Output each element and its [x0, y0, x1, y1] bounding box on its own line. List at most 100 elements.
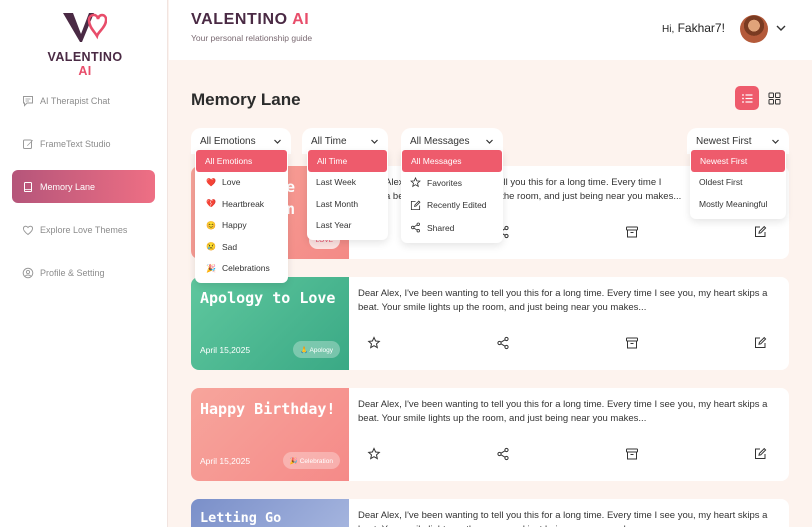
sidebar-item-memory-lane[interactable]: Memory Lane [12, 170, 155, 203]
option-label: All Emotions [205, 155, 253, 166]
edit-icon [23, 139, 33, 149]
star-icon [410, 177, 421, 188]
sidebar: VALENTINO AI AI Therapist Chat FrameText… [0, 0, 168, 527]
sidebar-item-label: Profile & Setting [40, 267, 105, 278]
user-circle-icon [22, 267, 34, 278]
archive-icon [626, 448, 638, 460]
card-tag: 🎉 Celebration [282, 452, 340, 469]
app-title: VALENTINO AI [191, 11, 310, 28]
sidebar-item-ai-therapist-chat[interactable]: AI Therapist Chat [12, 84, 155, 117]
archive-icon [626, 337, 638, 349]
emotion-option-sad[interactable]: 😢 Sad [195, 236, 288, 258]
time-dropdown-menu: All Time Last Week Last Month Last Year [307, 150, 388, 240]
emotion-option-celebrations[interactable]: 🎉 Celebrations [195, 258, 288, 280]
card-title: Letting Go [200, 510, 282, 526]
chevron-down-icon [486, 139, 493, 144]
messages-filter-label: All Messages [410, 135, 470, 147]
archive-button[interactable] [625, 225, 639, 239]
avatar[interactable] [740, 15, 768, 43]
time-option-last-month[interactable]: Last Month [307, 193, 388, 215]
edit-button[interactable] [753, 336, 767, 350]
card-thumbnail: Apology to Love April 15,2025 🙏 Apology [191, 277, 349, 370]
book-icon [24, 181, 32, 192]
memory-card[interactable]: Letting Go Dear Alex, I've been wanting … [191, 499, 789, 527]
time-option-last-week[interactable]: Last Week [307, 172, 388, 194]
emotion-option-heartbreak[interactable]: 💔 Heartbreak [195, 193, 288, 215]
share-icon [497, 447, 509, 461]
card-thumbnail: Letting Go [191, 499, 349, 527]
share-icon [497, 336, 509, 350]
option-label: Favorites [427, 177, 462, 188]
sort-option-oldest[interactable]: Oldest First [690, 172, 786, 194]
sidebar-item-profile-setting[interactable]: Profile & Setting [12, 256, 155, 289]
emotion-option-love[interactable]: ❤️ Love [195, 172, 288, 194]
card-preview-text: Dear Alex, I've been wanting to tell you… [358, 510, 768, 527]
edit-icon [755, 336, 767, 348]
sort-option-newest[interactable]: Newest First [691, 150, 785, 172]
archive-button[interactable] [625, 336, 639, 350]
sort-label: Newest First [696, 135, 752, 147]
chevron-down-icon [274, 139, 281, 144]
card-date: April 15,2025 [200, 456, 251, 466]
heart-icon [22, 225, 34, 235]
sort-option-meaningful[interactable]: Mostly Meaningful [690, 193, 786, 215]
user-greeting: Hi, Fakhar7! [662, 21, 725, 35]
chevron-down-icon [772, 139, 779, 144]
emotion-option-all[interactable]: All Emotions [196, 150, 287, 172]
option-label: All Messages [411, 155, 462, 166]
list-view-button[interactable] [735, 86, 759, 110]
card-title: Apology to Love [200, 289, 336, 307]
option-label: Celebrations [222, 263, 270, 274]
share-button[interactable] [496, 336, 510, 350]
chevron-down-icon[interactable] [775, 22, 787, 34]
time-option-last-year[interactable]: Last Year [307, 215, 388, 237]
card-thumbnail: Happy Birthday! April 15,2025 🎉 Celebrat… [191, 388, 349, 481]
archive-icon [626, 226, 638, 238]
party-icon: 🎉 [206, 263, 216, 273]
edit-button[interactable] [753, 225, 767, 239]
edit-icon [755, 225, 767, 237]
star-icon [367, 447, 381, 460]
option-label: Love [222, 177, 241, 188]
smile-icon: 😊 [206, 220, 216, 230]
share-icon [411, 222, 420, 233]
option-label: Heartbreak [222, 198, 265, 209]
messages-option-favorites[interactable]: Favorites [401, 172, 503, 195]
memory-card[interactable]: Happy Birthday! April 15,2025 🎉 Celebrat… [191, 388, 789, 481]
chevron-down-icon [371, 139, 378, 144]
option-label: Happy [222, 220, 247, 231]
edit-button[interactable] [753, 447, 767, 461]
messages-dropdown-menu: All Messages Favorites Recently Edited S… [401, 150, 503, 243]
sad-face-icon: 😢 [206, 242, 216, 252]
emotion-option-happy[interactable]: 😊 Happy [195, 215, 288, 237]
top-header: VALENTINO AI Your personal relationship … [169, 0, 812, 60]
logo-heart-icon [63, 13, 107, 42]
logo-text: VALENTINO AI [47, 50, 123, 78]
share-button[interactable] [496, 447, 510, 461]
logo[interactable]: VALENTINO AI [40, 10, 130, 78]
time-option-all[interactable]: All Time [308, 150, 387, 172]
card-preview-text: Dear Alex, I've been wanting to tell you… [358, 399, 768, 424]
card-title: Happy Birthday! [200, 400, 336, 418]
broken-heart-icon: 💔 [206, 199, 216, 209]
sidebar-item-explore-love-themes[interactable]: Explore Love Themes [12, 213, 155, 246]
time-filter-label: All Time [311, 135, 347, 147]
card-tag: 🙏 Apology [292, 341, 340, 358]
emotions-dropdown-menu: All Emotions ❤️ Love 💔 Heartbreak 😊 Happy 😢… [195, 150, 288, 283]
favorite-button[interactable] [367, 336, 381, 350]
emotions-filter-label: All Emotions [200, 135, 256, 147]
sidebar-item-label: Memory Lane [40, 181, 96, 192]
favorite-button[interactable] [367, 447, 381, 461]
messages-option-recently-edited[interactable]: Recently Edited [401, 194, 503, 217]
memory-card[interactable]: Apology to Love April 15,2025 🙏 Apology … [191, 277, 789, 370]
grid-view-button[interactable] [762, 86, 786, 110]
messages-option-shared[interactable]: Shared [401, 217, 503, 240]
app-subtitle: Your personal relationship guide [191, 33, 313, 43]
archive-button[interactable] [625, 447, 639, 461]
messages-option-all[interactable]: All Messages [402, 150, 502, 172]
sort-dropdown-menu: Newest First Oldest First Mostly Meaning… [690, 150, 786, 219]
chat-icon [23, 95, 33, 107]
sidebar-item-label: Explore Love Themes [40, 224, 128, 235]
heart-icon: ❤️ [206, 177, 216, 187]
sidebar-item-frametext-studio[interactable]: FrameText Studio [12, 127, 155, 160]
